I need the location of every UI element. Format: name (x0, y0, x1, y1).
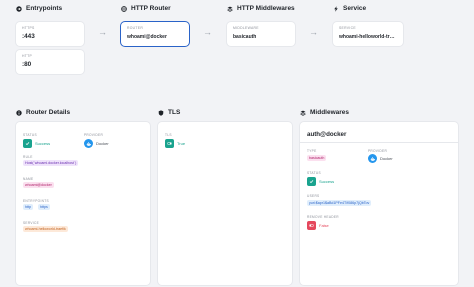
name-label: NAME (23, 177, 34, 181)
layers-icon (300, 110, 306, 116)
service-label: SERVICE (23, 221, 40, 225)
divider (300, 142, 458, 143)
tls-label: TLS (165, 133, 172, 137)
middlewares-heading: Middlewares (300, 109, 349, 116)
service-value[interactable]: whoami-helloworld-traefik (23, 226, 68, 232)
provider-value: Docker (380, 156, 393, 161)
tls-heading: TLS (158, 109, 180, 116)
remove-header-value: False (319, 223, 329, 228)
arrow-right-icon: → (309, 27, 318, 37)
entrypoints-label: ENTRYPOINTS (23, 199, 49, 203)
http-router-heading: HTTP Router (121, 5, 171, 12)
docker-icon (84, 139, 93, 148)
provider-value: Docker (96, 141, 109, 146)
name-value: whoami@docker (23, 182, 54, 188)
toggle-off-icon (307, 221, 316, 230)
provider-label: PROVIDER (84, 133, 104, 137)
tls-panel: TLS True (158, 122, 292, 285)
type-value: basicauth (307, 155, 327, 161)
entrypoints-icon (16, 5, 22, 12)
users-label: USERS (307, 194, 320, 198)
layers-icon (227, 6, 233, 12)
service-heading: Service (333, 5, 366, 12)
http-middlewares-heading: HTTP Middlewares (227, 5, 295, 12)
status-label: STATUS (23, 133, 37, 137)
rule-label: RULE (23, 155, 33, 159)
toggle-on-icon (165, 139, 174, 148)
status-value: Success (319, 179, 335, 184)
router-details-heading: Router Details (16, 109, 70, 116)
tls-value: True (177, 141, 186, 146)
rule-value: Host(`whoami.docker.localhost`) (23, 160, 79, 166)
info-icon (16, 109, 22, 116)
middleware-name: auth@docker (307, 131, 347, 138)
type-label: TYPE (307, 149, 317, 153)
entrypoints-heading: Entrypoints (16, 5, 62, 12)
success-icon (23, 139, 32, 148)
success-icon (307, 177, 316, 186)
middlewares-panel: auth@docker TYPE basicauth PROVIDER Dock… (300, 122, 458, 285)
provider-label: PROVIDER (368, 149, 388, 153)
entrypoint-card-http[interactable]: HTTP :80 (16, 50, 84, 74)
router-details-panel: STATUS Success PROVIDER Docker RULE Host… (16, 122, 150, 285)
lightning-icon (334, 5, 338, 12)
router-card[interactable]: ROUTER whoami@docker (121, 22, 189, 46)
remove-header-label: REMOVE HEADER (307, 215, 339, 219)
arrow-right-icon: → (98, 27, 107, 37)
service-card[interactable]: SERVICE whoami-helloworld-trac... (333, 22, 403, 46)
entrypoint-chip-http[interactable]: http (23, 204, 33, 210)
entrypoint-card-https[interactable]: HTTPS :443 (16, 22, 84, 46)
docker-icon (368, 154, 377, 163)
globe-icon (121, 5, 127, 12)
shield-icon (158, 109, 164, 116)
status-value: Success (35, 141, 51, 146)
users-value: yuri:$apr1$aBd1PFe4T/f086p7jQbTov (307, 200, 372, 206)
middleware-card[interactable]: MIDDLEWARE basicauth (227, 22, 295, 46)
status-label: STATUS (307, 171, 321, 175)
arrow-right-icon: → (203, 27, 212, 37)
entrypoint-chip-https[interactable]: https (38, 204, 50, 210)
